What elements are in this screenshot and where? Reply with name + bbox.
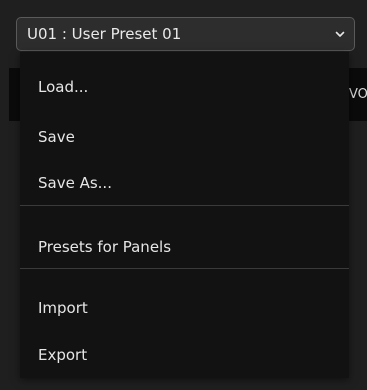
preset-select-value: U01 : User Preset 01: [27, 25, 182, 43]
menu-item-label: Load...: [38, 78, 89, 96]
preset-panel: VO U01 : User Preset 01 Load... Save Sav…: [0, 0, 367, 390]
preset-menu: Load... Save Save As... Presets for Pane…: [20, 52, 349, 378]
menu-item-save-as[interactable]: Save As...: [20, 162, 349, 202]
menu-divider: [20, 205, 349, 206]
menu-item-label: Save As...: [38, 174, 112, 192]
menu-divider: [20, 268, 349, 269]
chevron-down-icon: [335, 31, 345, 37]
menu-item-label: Save: [38, 128, 75, 146]
menu-item-label: Presets for Panels: [38, 238, 172, 256]
preset-select[interactable]: U01 : User Preset 01: [16, 17, 355, 51]
menu-item-label: Import: [38, 299, 88, 317]
menu-item-import[interactable]: Import: [20, 287, 349, 327]
background-partial-label: VO: [349, 87, 367, 102]
menu-item-export[interactable]: Export: [20, 334, 349, 374]
menu-item-load[interactable]: Load...: [20, 66, 349, 106]
menu-item-presets-for-panels[interactable]: Presets for Panels: [20, 226, 349, 266]
menu-item-label: Export: [38, 346, 88, 364]
menu-item-save[interactable]: Save: [20, 116, 349, 156]
